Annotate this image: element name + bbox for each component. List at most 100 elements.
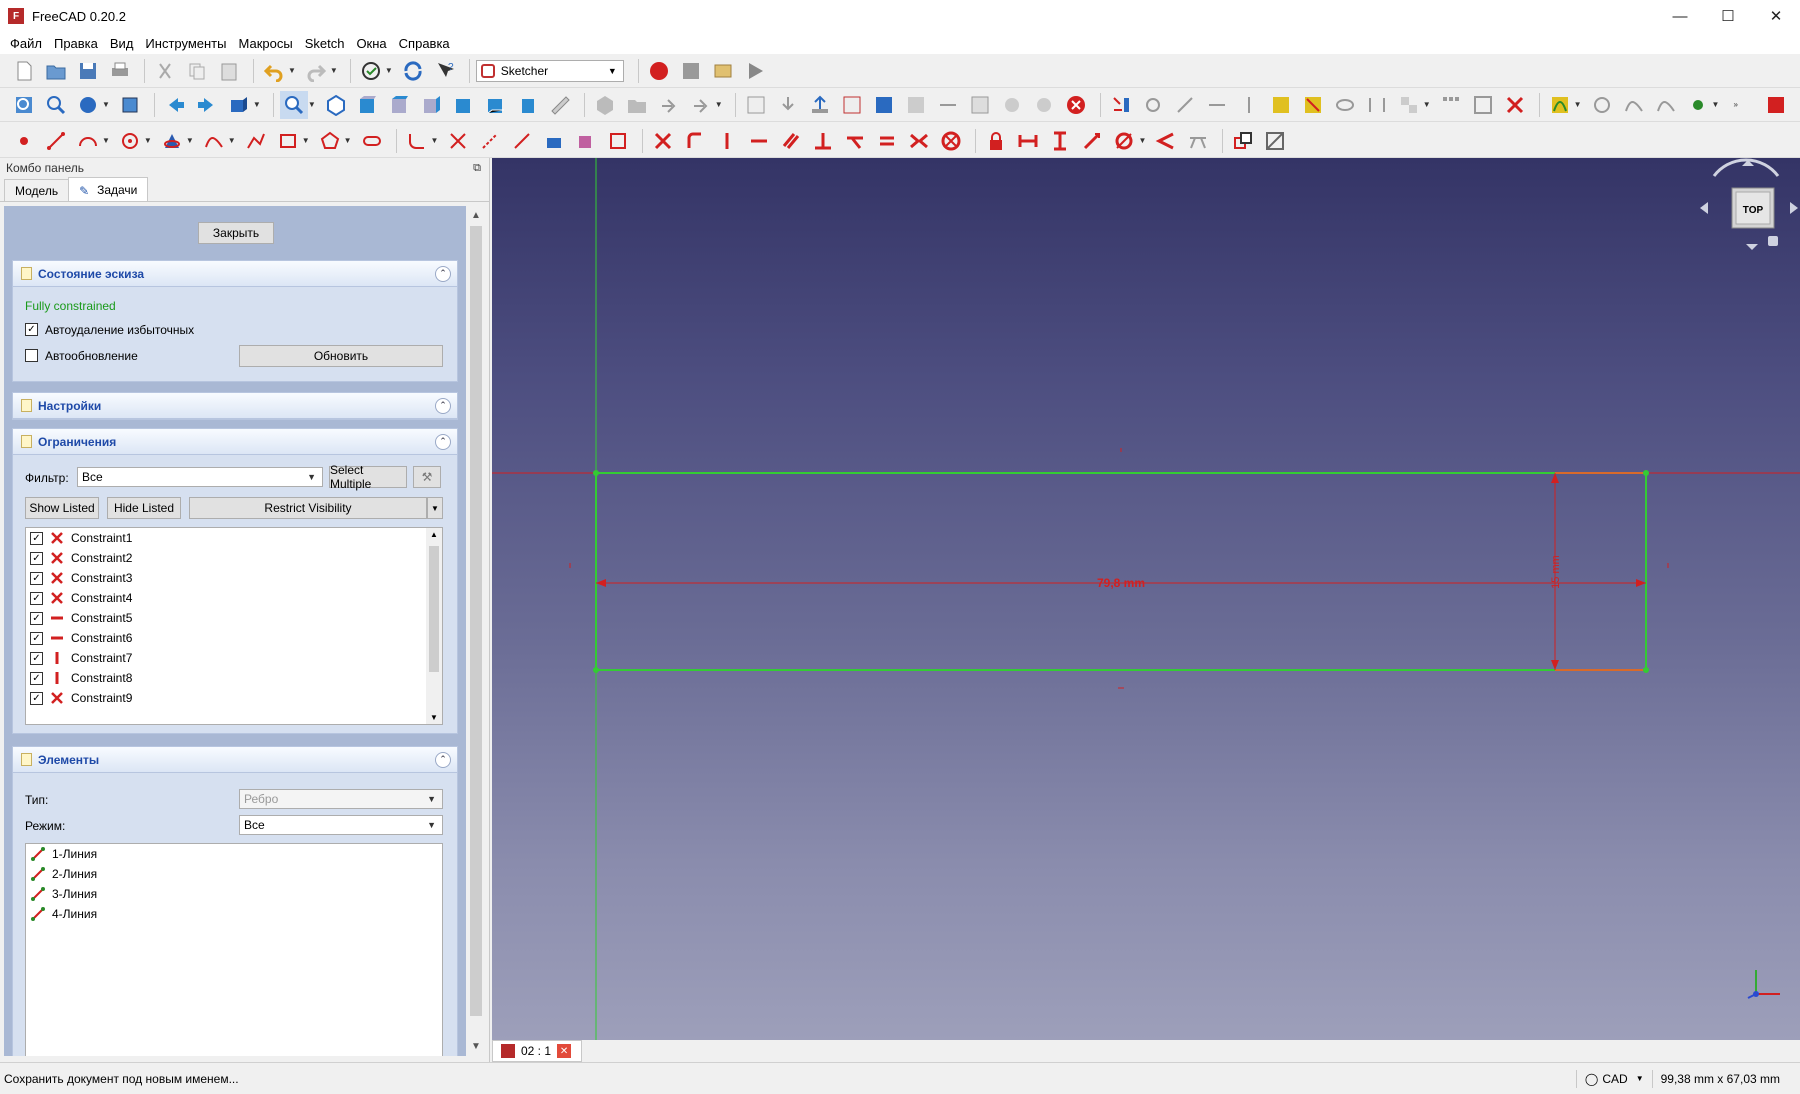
constraint-radius-icon[interactable] — [1110, 127, 1138, 155]
map-sketch-icon[interactable] — [774, 91, 802, 119]
zoom-icon[interactable] — [279, 90, 308, 119]
constraint-visibility-checkbox[interactable]: ✓ — [30, 531, 43, 545]
fillet-dropdown-icon[interactable]: ▼ — [431, 136, 439, 145]
std-view-icon[interactable] — [225, 91, 253, 119]
select-constraints-icon[interactable] — [1107, 91, 1135, 119]
conic-icon[interactable] — [158, 127, 186, 155]
rectangle-dropdown-icon[interactable]: ▼ — [302, 136, 310, 145]
polygon-icon[interactable] — [316, 127, 344, 155]
constraint-distance-icon[interactable] — [1078, 127, 1106, 155]
toolbar-overflow-icon[interactable]: » — [1733, 100, 1737, 109]
vertex[interactable] — [1643, 667, 1649, 673]
view-right-icon[interactable] — [418, 91, 446, 119]
link-icon[interactable] — [655, 91, 683, 119]
menu-view[interactable]: Вид — [104, 36, 140, 51]
macro-record-icon[interactable] — [645, 57, 673, 85]
element-row[interactable]: 1-Линия — [26, 844, 442, 864]
construction-mode-icon[interactable] — [604, 127, 632, 155]
constraint-snell-icon[interactable] — [1184, 127, 1212, 155]
scroll-thumb[interactable] — [429, 546, 439, 672]
view-top-icon[interactable] — [386, 91, 414, 119]
menu-tools[interactable]: Инструменты — [139, 36, 232, 51]
menu-sketch[interactable]: Sketch — [299, 36, 351, 51]
show-hide-geometry-icon[interactable] — [1331, 91, 1359, 119]
slot-icon[interactable] — [358, 127, 386, 155]
bspline-curve-dropdown-icon[interactable]: ▼ — [228, 136, 236, 145]
element-row[interactable]: 4-Линия — [26, 904, 442, 924]
copy-icon[interactable] — [183, 57, 211, 85]
collapse-icon[interactable]: ⌃ — [435, 397, 451, 414]
sketch-state-header[interactable]: Состояние эскиза ⌃ — [13, 261, 457, 287]
symmetry-icon[interactable] — [1363, 91, 1391, 119]
scroll-down-icon[interactable]: ▼ — [426, 713, 442, 722]
menu-macros[interactable]: Макросы — [232, 36, 298, 51]
tab-model[interactable]: Модель — [4, 179, 70, 201]
settings-wrench-button[interactable]: ⚒ — [413, 466, 441, 488]
fit-selection-icon[interactable] — [42, 91, 70, 119]
draw-style-icon[interactable] — [74, 91, 102, 119]
element-row[interactable]: 3-Линия — [26, 884, 442, 904]
menu-windows[interactable]: Окна — [350, 36, 392, 51]
back-arrow-icon[interactable] — [161, 91, 189, 119]
update-button[interactable]: Обновить — [239, 345, 443, 367]
select-multiple-button[interactable]: Select Multiple — [329, 463, 407, 491]
horizontal-dimension-label[interactable]: 79,8 mm — [1097, 576, 1145, 590]
undo-dropdown-icon[interactable]: ▼ — [288, 66, 296, 75]
constraint-coincident-icon[interactable] — [649, 127, 677, 155]
mirror-sketch-icon[interactable] — [934, 91, 962, 119]
view-isometric-icon[interactable] — [322, 91, 350, 119]
constraint-equal-icon[interactable] — [873, 127, 901, 155]
whats-this-icon[interactable]: ? — [431, 57, 459, 85]
select-h-axis-icon[interactable] — [1203, 91, 1231, 119]
view-sketch-icon[interactable] — [742, 91, 770, 119]
constraint-visibility-checkbox[interactable]: ✓ — [30, 691, 43, 705]
navigation-cube[interactable]: TOP — [1700, 158, 1798, 250]
extend-icon[interactable] — [476, 127, 504, 155]
refresh-dropdown-icon[interactable]: ▼ — [385, 66, 393, 75]
redo-icon[interactable] — [302, 57, 330, 85]
mode-select[interactable]: Все ▼ — [239, 815, 443, 835]
menu-help[interactable]: Справка — [393, 36, 456, 51]
constraint-point-on-object-icon[interactable] — [681, 127, 709, 155]
view-bottom-icon[interactable] — [482, 91, 510, 119]
constraint-parallel-icon[interactable] — [777, 127, 805, 155]
navigation-style[interactable]: CAD — [1602, 1072, 1627, 1086]
group-icon[interactable] — [623, 91, 651, 119]
hide-listed-button[interactable]: Hide Listed — [107, 497, 181, 519]
scroll-up-icon[interactable]: ▲ — [466, 210, 486, 221]
close-task-button[interactable]: Закрыть — [198, 222, 274, 244]
bspline-knot-icon[interactable] — [1684, 91, 1712, 119]
element-row[interactable]: 2-Линия — [26, 864, 442, 884]
vertex[interactable] — [593, 470, 599, 476]
maximize-button[interactable]: ☐ — [1704, 0, 1752, 32]
close-tab-icon[interactable]: ✕ — [557, 1044, 572, 1058]
minimize-button[interactable]: — — [1656, 0, 1704, 32]
view-rear-icon[interactable] — [450, 91, 478, 119]
validate-sketch-icon[interactable] — [870, 91, 898, 119]
nav-cube-face-label[interactable]: TOP — [1743, 205, 1764, 216]
remove-axes-alignment-icon[interactable] — [1469, 91, 1497, 119]
menu-edit[interactable]: Правка — [48, 36, 104, 51]
settings-header[interactable]: Настройки ⌃ — [13, 393, 457, 419]
scroll-up-icon[interactable]: ▲ — [426, 530, 442, 539]
link-dropdown-icon[interactable]: ▼ — [715, 100, 723, 109]
constraint-symmetric-icon[interactable] — [905, 127, 933, 155]
carbon-copy-icon[interactable] — [572, 127, 600, 155]
toggle-driving-icon[interactable] — [1229, 127, 1257, 155]
arc-dropdown-icon[interactable]: ▼ — [102, 136, 110, 145]
clone-icon[interactable] — [1395, 91, 1423, 119]
recompute-icon[interactable] — [399, 57, 427, 85]
conic-dropdown-icon[interactable]: ▼ — [186, 136, 194, 145]
link-actions-icon[interactable] — [687, 91, 715, 119]
tab-tasks[interactable]: ✎ Задачи — [68, 177, 149, 201]
sketch-tool2-icon[interactable] — [998, 91, 1026, 119]
show-listed-button[interactable]: Show Listed — [25, 497, 99, 519]
constraint-vertical-icon[interactable] — [713, 127, 741, 155]
clone-dropdown-icon[interactable]: ▼ — [1423, 100, 1431, 109]
vertex[interactable] — [1643, 470, 1649, 476]
forward-arrow-icon[interactable] — [193, 91, 221, 119]
macro-edit-icon[interactable] — [709, 57, 737, 85]
zoom-dropdown-icon[interactable]: ▼ — [308, 100, 316, 109]
constraints-header[interactable]: Ограничения ⌃ — [13, 429, 457, 455]
constraint-radius-dropdown-icon[interactable]: ▼ — [1138, 136, 1146, 145]
